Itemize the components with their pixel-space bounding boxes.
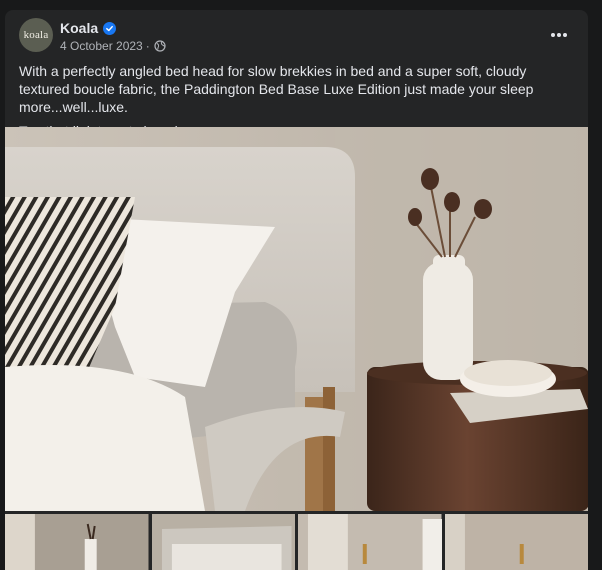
globe-icon xyxy=(154,40,166,52)
verified-badge-icon xyxy=(103,21,117,35)
avatar-logo-text: koala xyxy=(23,29,49,41)
post-header: koala Koala 4 October 2023 · xyxy=(5,10,588,66)
page-name[interactable]: Koala xyxy=(60,20,98,36)
name-row: Koala xyxy=(60,20,117,36)
thumbnail-2[interactable] xyxy=(151,514,296,570)
post-card: koala Koala 4 October 2023 · With a perf… xyxy=(5,10,588,570)
thumbnail-4[interactable] xyxy=(444,514,589,570)
meta-separator: · xyxy=(145,39,150,53)
thumbnail-row xyxy=(5,514,588,570)
post-body: With a perfectly angled bed head for slo… xyxy=(19,63,534,115)
post-date[interactable]: 4 October 2023 xyxy=(60,39,143,53)
main-photo[interactable] xyxy=(5,127,588,511)
post-media xyxy=(5,127,588,570)
post-meta: 4 October 2023 · xyxy=(60,39,166,53)
more-options-button[interactable] xyxy=(544,24,574,46)
thumbnail-1[interactable] xyxy=(5,514,149,570)
more-options-icon xyxy=(551,33,567,37)
avatar[interactable]: koala xyxy=(19,18,53,52)
thumbnail-3[interactable] xyxy=(298,514,442,570)
